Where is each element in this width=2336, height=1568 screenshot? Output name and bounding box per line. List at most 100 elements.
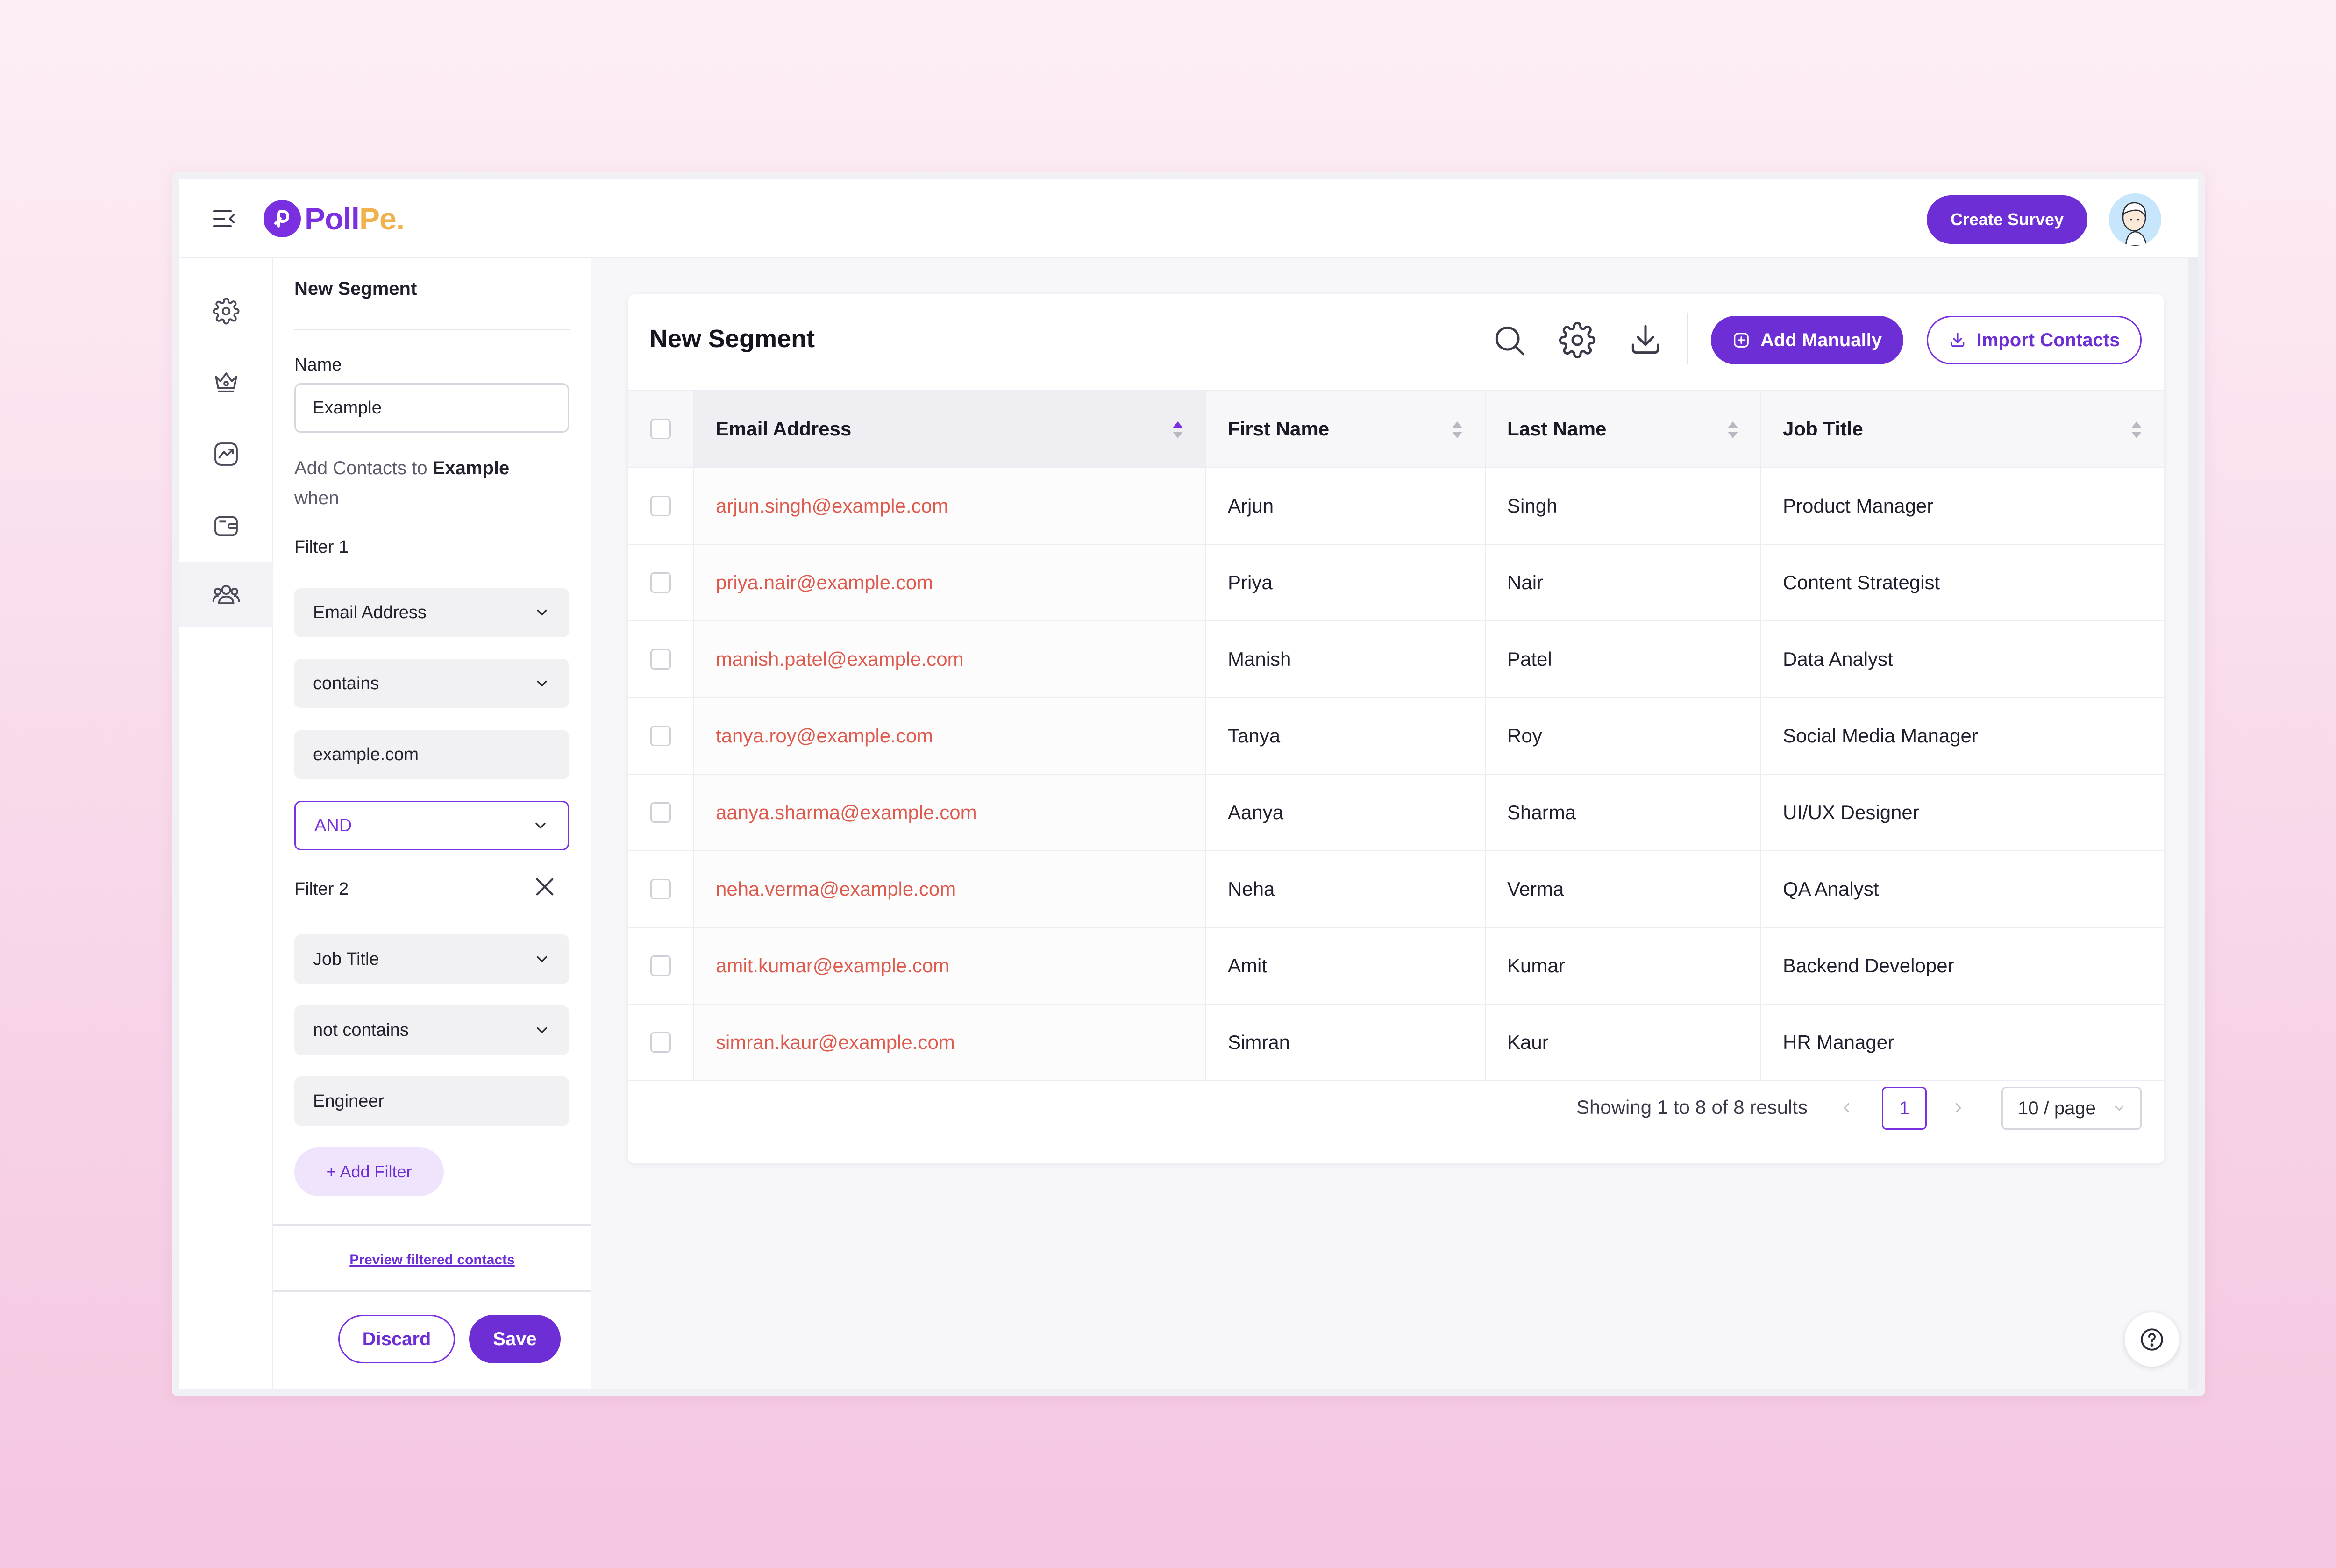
preview-filtered-contacts-link[interactable]: Preview filtered contacts (273, 1252, 591, 1268)
row-checkbox[interactable] (650, 726, 671, 746)
conjunction-select[interactable]: AND (294, 801, 569, 850)
segment-name-input[interactable] (294, 383, 569, 433)
email-link[interactable]: neha.verma@example.com (716, 878, 956, 900)
rail-item-contacts[interactable] (179, 562, 273, 627)
help-icon (2141, 1328, 2163, 1351)
table-row[interactable]: amit.kumar@example.com Amit Kumar Backen… (628, 928, 2164, 1005)
remove-filter2-close-icon[interactable] (532, 874, 558, 900)
email-cell: tanya.roy@example.com (694, 698, 1206, 774)
sort-icon[interactable] (1727, 421, 1739, 439)
first-name-cell: Aanya (1206, 775, 1486, 850)
main-scrollbar[interactable] (2188, 258, 2198, 1389)
row-checkbox[interactable] (650, 496, 671, 516)
add-manually-button[interactable]: Add Manually (1711, 316, 1903, 364)
row-select-cell (628, 698, 694, 774)
logo-mark-icon (264, 200, 301, 237)
settings-icon[interactable] (1559, 321, 1596, 359)
email-link[interactable]: aanya.sharma@example.com (716, 801, 977, 824)
import-contacts-button[interactable]: Import Contacts (1927, 316, 2142, 364)
job-title-cell: Backend Developer (1783, 955, 1954, 976)
column-header-label: Last Name (1507, 418, 1607, 440)
save-button[interactable]: Save (469, 1315, 561, 1363)
prev-page-button[interactable] (1835, 1096, 1859, 1119)
row-checkbox[interactable] (650, 955, 671, 976)
filter1-operator-select[interactable]: contains (294, 659, 569, 708)
job-title-cell: QA Analyst (1783, 878, 1879, 900)
filter2-label: Filter 2 (294, 879, 349, 899)
filter2-value-input[interactable] (294, 1076, 569, 1126)
rail-item-premium[interactable] (179, 349, 273, 414)
email-link[interactable]: tanya.roy@example.com (716, 725, 933, 747)
column-header-last-name[interactable]: Last Name (1486, 391, 1761, 467)
page-button-current[interactable]: 1 (1882, 1087, 1927, 1130)
filter2-field-select[interactable]: Job Title (294, 934, 569, 984)
add-filter-button[interactable]: + Add Filter (294, 1147, 444, 1196)
logo-text: PollPe. (305, 201, 405, 236)
sort-icon[interactable] (2130, 421, 2143, 439)
conjunction-value: AND (314, 815, 352, 835)
row-checkbox[interactable] (650, 572, 671, 593)
email-link[interactable]: simran.kaur@example.com (716, 1031, 955, 1054)
import-icon (1951, 333, 1964, 347)
filter2-operator-select[interactable]: not contains (294, 1005, 569, 1055)
column-header-label: Email Address (716, 418, 852, 440)
help-button[interactable] (2125, 1312, 2179, 1367)
filter1-value-input[interactable] (294, 730, 569, 779)
sort-icon[interactable] (1451, 421, 1463, 439)
rail-item-wallet[interactable] (179, 493, 273, 559)
last-name-cell: Kaur (1486, 1005, 1761, 1080)
filter1-field-select[interactable]: Email Address (294, 588, 569, 637)
row-checkbox[interactable] (650, 802, 671, 823)
column-header-email[interactable]: Email Address (694, 391, 1206, 467)
toolbar-divider (1687, 313, 1688, 364)
row-checkbox[interactable] (650, 1032, 671, 1053)
last-name-cell: Roy (1486, 698, 1761, 774)
filter1-field-value: Email Address (313, 602, 427, 622)
row-checkbox[interactable] (650, 649, 671, 670)
table-row[interactable]: arjun.singh@example.com Arjun Singh Prod… (628, 468, 2164, 545)
last-name-cell: Singh (1486, 468, 1761, 544)
next-page-button[interactable] (1946, 1096, 1970, 1119)
column-header-first-name[interactable]: First Name (1206, 391, 1486, 467)
add-manually-label: Add Manually (1760, 329, 1882, 350)
wallet-icon (214, 516, 238, 536)
avatar[interactable] (2109, 193, 2161, 246)
row-checkbox[interactable] (650, 879, 671, 899)
menu-collapse-icon[interactable] (212, 207, 236, 231)
chevron-down-icon (2115, 1106, 2123, 1111)
select-all-checkbox[interactable] (650, 419, 671, 439)
rail-item-settings[interactable] (179, 278, 273, 344)
table-row[interactable]: priya.nair@example.com Priya Nair Conten… (628, 545, 2164, 621)
email-link[interactable]: arjun.singh@example.com (716, 495, 948, 517)
table-row[interactable]: simran.kaur@example.com Simran Kaur HR M… (628, 1005, 2164, 1081)
email-link[interactable]: manish.patel@example.com (716, 648, 964, 670)
column-header-job-title[interactable]: Job Title (1761, 391, 2164, 467)
download-icon[interactable] (1627, 321, 1664, 359)
job-title-cell: HR Manager (1783, 1031, 1894, 1053)
chevron-left-icon (1844, 1103, 1850, 1113)
last-name-cell: Verma (1486, 851, 1761, 927)
email-link[interactable]: priya.nair@example.com (716, 571, 933, 594)
email-link[interactable]: amit.kumar@example.com (716, 955, 949, 977)
table-row[interactable]: tanya.roy@example.com Tanya Roy Social M… (628, 698, 2164, 775)
row-select-cell (628, 468, 694, 544)
page-size-select[interactable]: 10 / page (2001, 1087, 2142, 1130)
search-icon[interactable] (1490, 321, 1528, 359)
sort-icon[interactable] (1172, 421, 1184, 439)
email-cell: amit.kumar@example.com (694, 928, 1206, 1004)
logo-text-pe: Pe. (359, 201, 405, 236)
discard-button[interactable]: Discard (338, 1315, 455, 1363)
first-name-cell: Arjun (1206, 468, 1486, 544)
logo[interactable]: PollPe. (264, 199, 405, 238)
segment-panel: New Segment Name Add Contacts to Example… (273, 258, 591, 1389)
create-survey-button[interactable]: Create Survey (1927, 195, 2087, 244)
table-row[interactable]: neha.verma@example.com Neha Verma QA Ana… (628, 851, 2164, 928)
table-row[interactable]: manish.patel@example.com Manish Patel Da… (628, 621, 2164, 698)
chevron-down-icon (537, 680, 547, 687)
contacts-icon (212, 584, 240, 604)
table-row[interactable]: aanya.sharma@example.com Aanya Sharma UI… (628, 775, 2164, 851)
last-name-cell: Patel (1486, 621, 1761, 697)
first-name-cell: Priya (1206, 545, 1486, 620)
rail-item-analytics[interactable] (179, 421, 273, 487)
job-title-cell: Data Analyst (1783, 648, 1893, 670)
